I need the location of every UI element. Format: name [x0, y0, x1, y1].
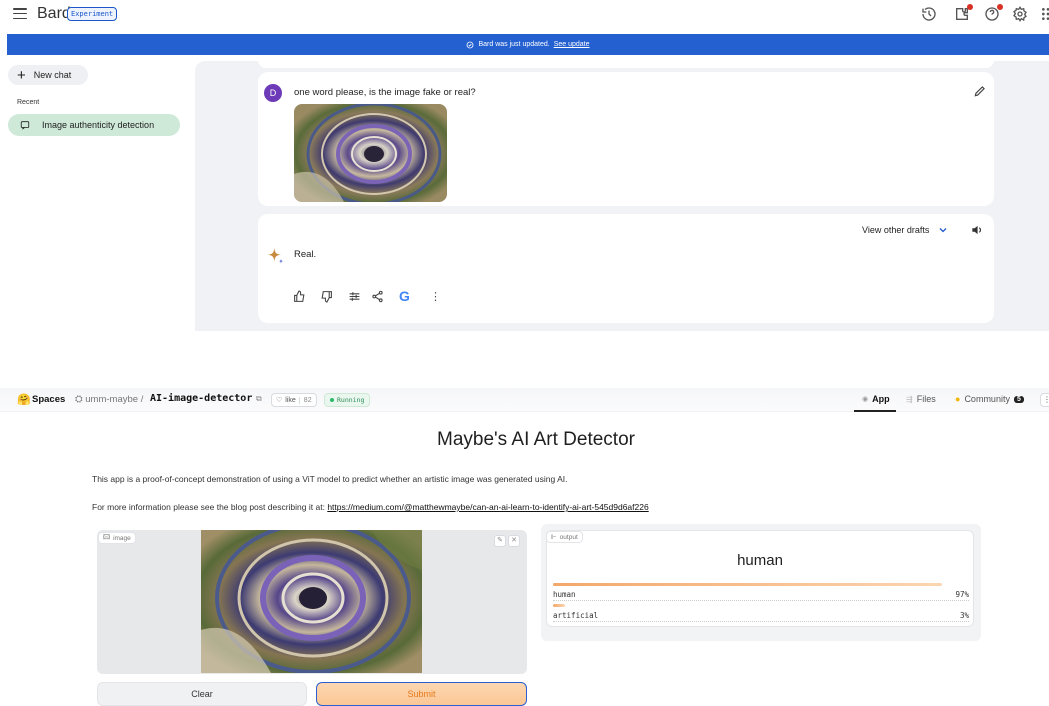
status-dot — [330, 398, 334, 402]
banner-text: Bard was just updated. — [478, 41, 550, 48]
more-icon[interactable]: ⋮ — [430, 290, 441, 303]
active-tab-indicator — [854, 410, 896, 412]
tab-files-label: Files — [916, 394, 936, 404]
user-message: one word please, is the image fake or re… — [294, 87, 476, 98]
status-badge: Running — [324, 393, 371, 407]
like-count: 82 — [298, 396, 312, 404]
share-icon[interactable] — [371, 290, 385, 304]
confidence-label: human — [553, 590, 576, 599]
confidence-bar-artificial — [553, 604, 565, 607]
tab-community[interactable]: ● Community 5 — [955, 394, 1024, 404]
google-icon[interactable]: G — [399, 288, 410, 304]
modify-response-icon[interactable] — [348, 290, 362, 304]
new-chat-button[interactable]: + New chat — [8, 65, 88, 85]
community-count: 5 — [1013, 395, 1024, 403]
submit-button[interactable]: Submit — [316, 682, 527, 706]
plus-icon: + — [17, 66, 26, 84]
path-separator: / — [140, 394, 144, 405]
settings-icon[interactable] — [1012, 6, 1030, 24]
help-icon[interactable] — [984, 4, 1003, 24]
clear-button[interactable]: Clear — [97, 682, 307, 706]
check-circle-icon — [467, 41, 474, 48]
more-info-line: For more information please see the blog… — [92, 502, 649, 512]
image-label-text: image — [113, 534, 131, 542]
chevron-down-icon — [939, 228, 947, 233]
chart-icon: ⊩ — [551, 534, 557, 541]
speaker-icon[interactable] — [970, 223, 984, 237]
predicted-label: human — [737, 552, 783, 569]
like-button[interactable]: ♡ like 82 — [271, 393, 317, 407]
recent-heading: Recent — [17, 99, 40, 106]
more-options-icon[interactable]: ⋮ — [1040, 393, 1049, 407]
sidebar-chat-item[interactable]: Image authenticity detection — [8, 114, 180, 136]
community-icon: ● — [955, 394, 961, 404]
confidence-row-artificial: artificial 3% — [553, 611, 969, 622]
notification-dot — [997, 4, 1003, 10]
menu-icon[interactable] — [13, 8, 27, 20]
history-icon[interactable] — [921, 6, 939, 24]
confidence-bar-human — [553, 583, 942, 586]
chat-item-label: Image authenticity detection — [42, 120, 155, 130]
space-owner[interactable]: ⛭ umm-maybe / — [75, 394, 143, 405]
uploaded-image — [294, 104, 447, 202]
edit-image-icon[interactable]: ✎ — [494, 535, 506, 547]
user-avatar[interactable]: D — [264, 84, 282, 102]
confidence-row-human: human 97% — [553, 590, 969, 601]
heart-icon: ♡ — [276, 397, 283, 404]
view-drafts-label: View other drafts — [862, 225, 930, 235]
confidence-value: 3% — [959, 611, 969, 620]
app-title: Bard — [37, 5, 71, 22]
extensions-icon[interactable] — [954, 4, 973, 24]
image-icon: 🖾 — [103, 533, 111, 541]
hugging-face-logo-icon[interactable]: 🤗 — [17, 393, 31, 406]
edit-icon[interactable] — [973, 84, 987, 98]
chat-bubble-icon — [20, 121, 30, 130]
space-repo-name[interactable]: AI-image-detector — [150, 393, 252, 404]
tab-app[interactable]: ◉ App — [862, 394, 890, 404]
confidence-label: artificial — [553, 611, 599, 620]
response-text: Real. — [294, 249, 317, 260]
new-chat-label: New chat — [33, 70, 72, 80]
status-label: Running — [337, 396, 365, 404]
tab-app-label: App — [872, 394, 890, 404]
blog-post-link[interactable]: https://medium.com/@matthewmaybe/can-an-… — [327, 502, 648, 512]
image-label: 🖾 image — [98, 532, 136, 544]
see-update-link[interactable]: See update — [554, 41, 590, 48]
apps-icon[interactable] — [1040, 6, 1049, 24]
update-banner: Bard was just updated. See update — [7, 34, 1049, 55]
thumbs-up-icon[interactable] — [293, 290, 307, 304]
app-description: This app is a proof-of-concept demonstra… — [92, 474, 568, 484]
tab-files[interactable]: ⇶ Files — [906, 394, 936, 404]
thumbs-down-icon[interactable] — [320, 290, 334, 304]
confidence-value: 97% — [955, 590, 969, 599]
notification-dot — [967, 4, 973, 10]
app-icon: ◉ — [862, 396, 869, 403]
more-info-text: For more information please see the blog… — [92, 502, 325, 512]
spaces-link[interactable]: Spaces — [32, 394, 65, 405]
like-label: like — [285, 396, 296, 404]
files-icon: ⇶ — [906, 394, 913, 404]
output-label-text: output — [559, 533, 578, 541]
tab-community-label: Community — [964, 394, 1010, 404]
owner-name: umm-maybe — [85, 394, 139, 405]
view-drafts-button[interactable]: View other drafts — [862, 224, 949, 236]
image-tools: ✎ ✕ — [494, 535, 520, 547]
input-image — [201, 530, 422, 673]
copy-icon[interactable]: ⧉ — [256, 394, 262, 404]
bard-top-bar: Bard Experiment — [0, 0, 1049, 30]
app-heading: Maybe's AI Art Detector — [437, 429, 635, 450]
bard-sparkle-icon — [266, 246, 286, 266]
remove-image-icon[interactable]: ✕ — [508, 535, 520, 547]
output-label: ⊩ output — [546, 531, 583, 543]
experiment-badge: Experiment — [67, 7, 118, 21]
previous-card-edge — [258, 60, 994, 68]
